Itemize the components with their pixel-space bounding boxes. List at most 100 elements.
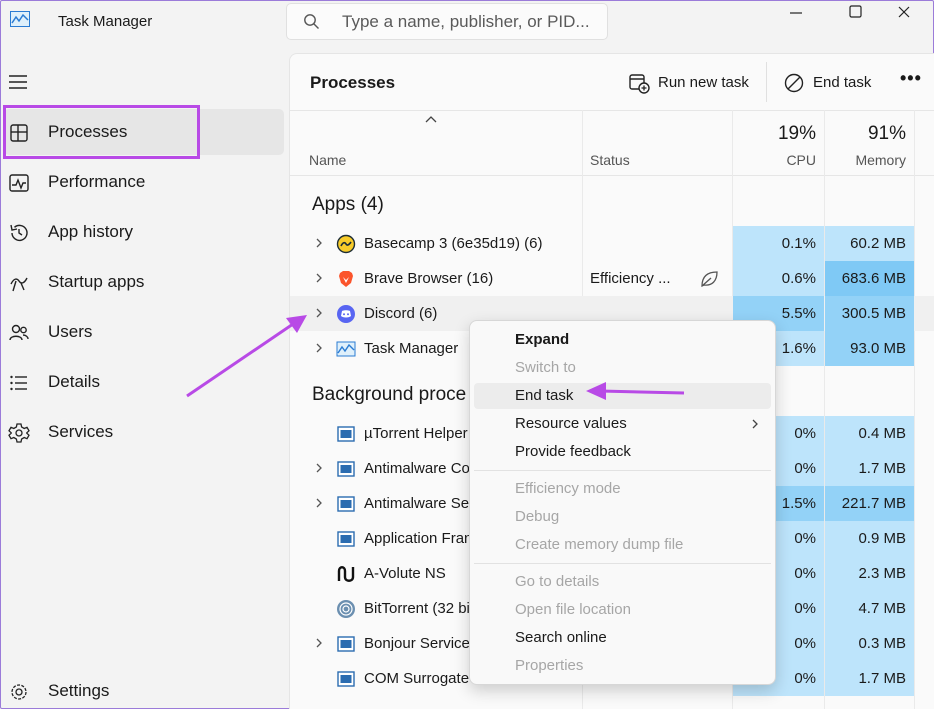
- close-icon: [898, 6, 910, 18]
- app-window-icon: [337, 496, 355, 512]
- page-title: Processes: [310, 73, 396, 92]
- sidebar-item-settings[interactable]: Settings: [4, 668, 284, 709]
- efficiency-leaf-icon: [701, 271, 718, 288]
- column-header-cpu[interactable]: 19% CPU: [733, 111, 824, 176]
- sidebar-item-label: Users: [48, 322, 93, 341]
- end-task-toolbar-button[interactable]: End task: [783, 70, 878, 96]
- chevron-right-icon[interactable]: [314, 307, 324, 319]
- memory-total: 91%: [867, 123, 906, 144]
- column-header-status[interactable]: Status: [582, 111, 732, 176]
- run-new-task-label: Run new task: [658, 74, 749, 91]
- startup-icon: [10, 277, 28, 292]
- chevron-right-icon[interactable]: [314, 272, 324, 284]
- search-icon: [304, 14, 319, 29]
- menu-item-provide-feedback[interactable]: Provide feedback: [474, 439, 771, 465]
- sidebar-item-label: Services: [48, 422, 114, 441]
- brave-icon: [339, 271, 353, 287]
- menu-item-go-to-details: Go to details: [515, 573, 600, 590]
- table-header: Name Status 19% CPU 91% Memory: [290, 110, 934, 176]
- memory-cell: 60.2 MB: [825, 226, 914, 261]
- basecamp-icon: [336, 234, 356, 254]
- app-window-icon: [337, 461, 355, 477]
- discord-icon: [337, 305, 355, 323]
- sidebar-item-label: Performance: [48, 172, 146, 191]
- menu-divider: [474, 563, 771, 564]
- chevron-right-icon[interactable]: [314, 497, 324, 509]
- memory-cell: 0.3 MB: [825, 626, 914, 661]
- chevron-right-icon[interactable]: [314, 342, 324, 354]
- menu-item-efficiency-mode: Efficiency mode: [515, 480, 621, 497]
- sort-ascending-icon: [425, 116, 437, 123]
- sidebar-item-details[interactable]: Details: [4, 359, 284, 405]
- cpu-cell: 0.1%: [733, 226, 824, 261]
- sidebar-item-label: App history: [48, 222, 134, 241]
- services-icon: [8, 423, 30, 443]
- sidebar-item-startup-apps[interactable]: Startup apps: [4, 259, 284, 305]
- more-options-button[interactable]: •••: [900, 68, 922, 89]
- app-window-icon: [337, 671, 355, 687]
- menu-item-create-memory-dump: Create memory dump file: [515, 536, 684, 553]
- hamburger-menu-icon[interactable]: [8, 72, 30, 92]
- column-header-memory[interactable]: 91% Memory: [825, 111, 914, 176]
- menu-item-properties: Properties: [515, 657, 584, 674]
- search-input[interactable]: [342, 10, 592, 34]
- sidebar-item-users[interactable]: Users: [4, 309, 284, 355]
- chevron-right-icon[interactable]: [314, 237, 324, 249]
- cpu-total: 19%: [777, 123, 816, 144]
- memory-cell: 221.7 MB: [825, 486, 914, 521]
- memory-cell: 1.7 MB: [825, 451, 914, 486]
- menu-item-end-task[interactable]: End task: [474, 383, 771, 409]
- menu-item-switch-to: Switch to: [515, 359, 576, 376]
- minimize-icon: [790, 12, 802, 14]
- memory-cell: 300.5 MB: [825, 296, 914, 331]
- end-task-label: End task: [813, 74, 872, 91]
- menu-item-search-online[interactable]: Search online: [474, 625, 771, 651]
- status-text: Efficiency ...: [590, 270, 671, 287]
- toolbar-divider: [766, 62, 767, 102]
- avolute-icon: [337, 566, 355, 582]
- app-window-icon: [337, 636, 355, 652]
- taskmanager-logo-icon: [10, 11, 30, 27]
- menu-item-debug: Debug: [515, 508, 560, 525]
- search-box[interactable]: [286, 3, 608, 40]
- close-button[interactable]: [874, 0, 934, 30]
- memory-cell: 4.7 MB: [825, 591, 914, 626]
- memory-cell: 2.3 MB: [825, 556, 914, 591]
- sidebar-item-app-history[interactable]: App history: [4, 209, 284, 255]
- minimize-button[interactable]: [766, 0, 826, 30]
- annotation-highlight-box: [3, 105, 200, 159]
- run-new-task-button[interactable]: Run new task: [628, 70, 750, 96]
- app-title: Task Manager: [58, 13, 153, 30]
- memory-cell: 1.7 MB: [825, 661, 914, 696]
- app-window-icon: [337, 531, 355, 547]
- menu-item-expand[interactable]: Expand: [474, 327, 771, 353]
- sidebar-item-label: Settings: [48, 681, 110, 700]
- end-task-icon: [784, 73, 804, 93]
- memory-cell: 93.0 MB: [825, 331, 914, 366]
- details-icon: [10, 375, 27, 391]
- sidebar-item-performance[interactable]: Performance: [4, 159, 284, 205]
- cpu-cell: 0.6%: [733, 261, 824, 296]
- chevron-right-icon[interactable]: [314, 637, 324, 649]
- memory-cell: 0.9 MB: [825, 521, 914, 556]
- settings-icon: [11, 684, 27, 700]
- sidebar-item-label: Details: [48, 372, 100, 391]
- table-row[interactable]: Basecamp 3 (6e35d19) (6) 0.1% 60.2 MB: [290, 226, 934, 261]
- memory-cell: 683.6 MB: [825, 261, 914, 296]
- context-menu: Expand Switch to End task Resource value…: [469, 320, 776, 685]
- sidebar-item-label: Startup apps: [48, 272, 145, 291]
- sidebar-item-services[interactable]: Services: [4, 409, 284, 455]
- background-section-title: Background proce: [312, 384, 467, 405]
- menu-item-resource-values[interactable]: Resource values: [474, 411, 771, 437]
- performance-icon: [9, 174, 29, 192]
- chevron-right-icon[interactable]: [314, 462, 324, 474]
- bittorrent-icon: [337, 600, 355, 618]
- title-bar: Task Manager: [0, 0, 934, 44]
- menu-divider: [474, 470, 771, 471]
- users-icon: [9, 324, 29, 341]
- memory-cell: 0.4 MB: [825, 416, 914, 451]
- table-row[interactable]: Brave Browser (16) Efficiency ... 0.6% 6…: [290, 261, 934, 296]
- chevron-right-icon: [752, 419, 758, 429]
- maximize-icon: [849, 5, 862, 18]
- run-task-icon: [629, 74, 650, 94]
